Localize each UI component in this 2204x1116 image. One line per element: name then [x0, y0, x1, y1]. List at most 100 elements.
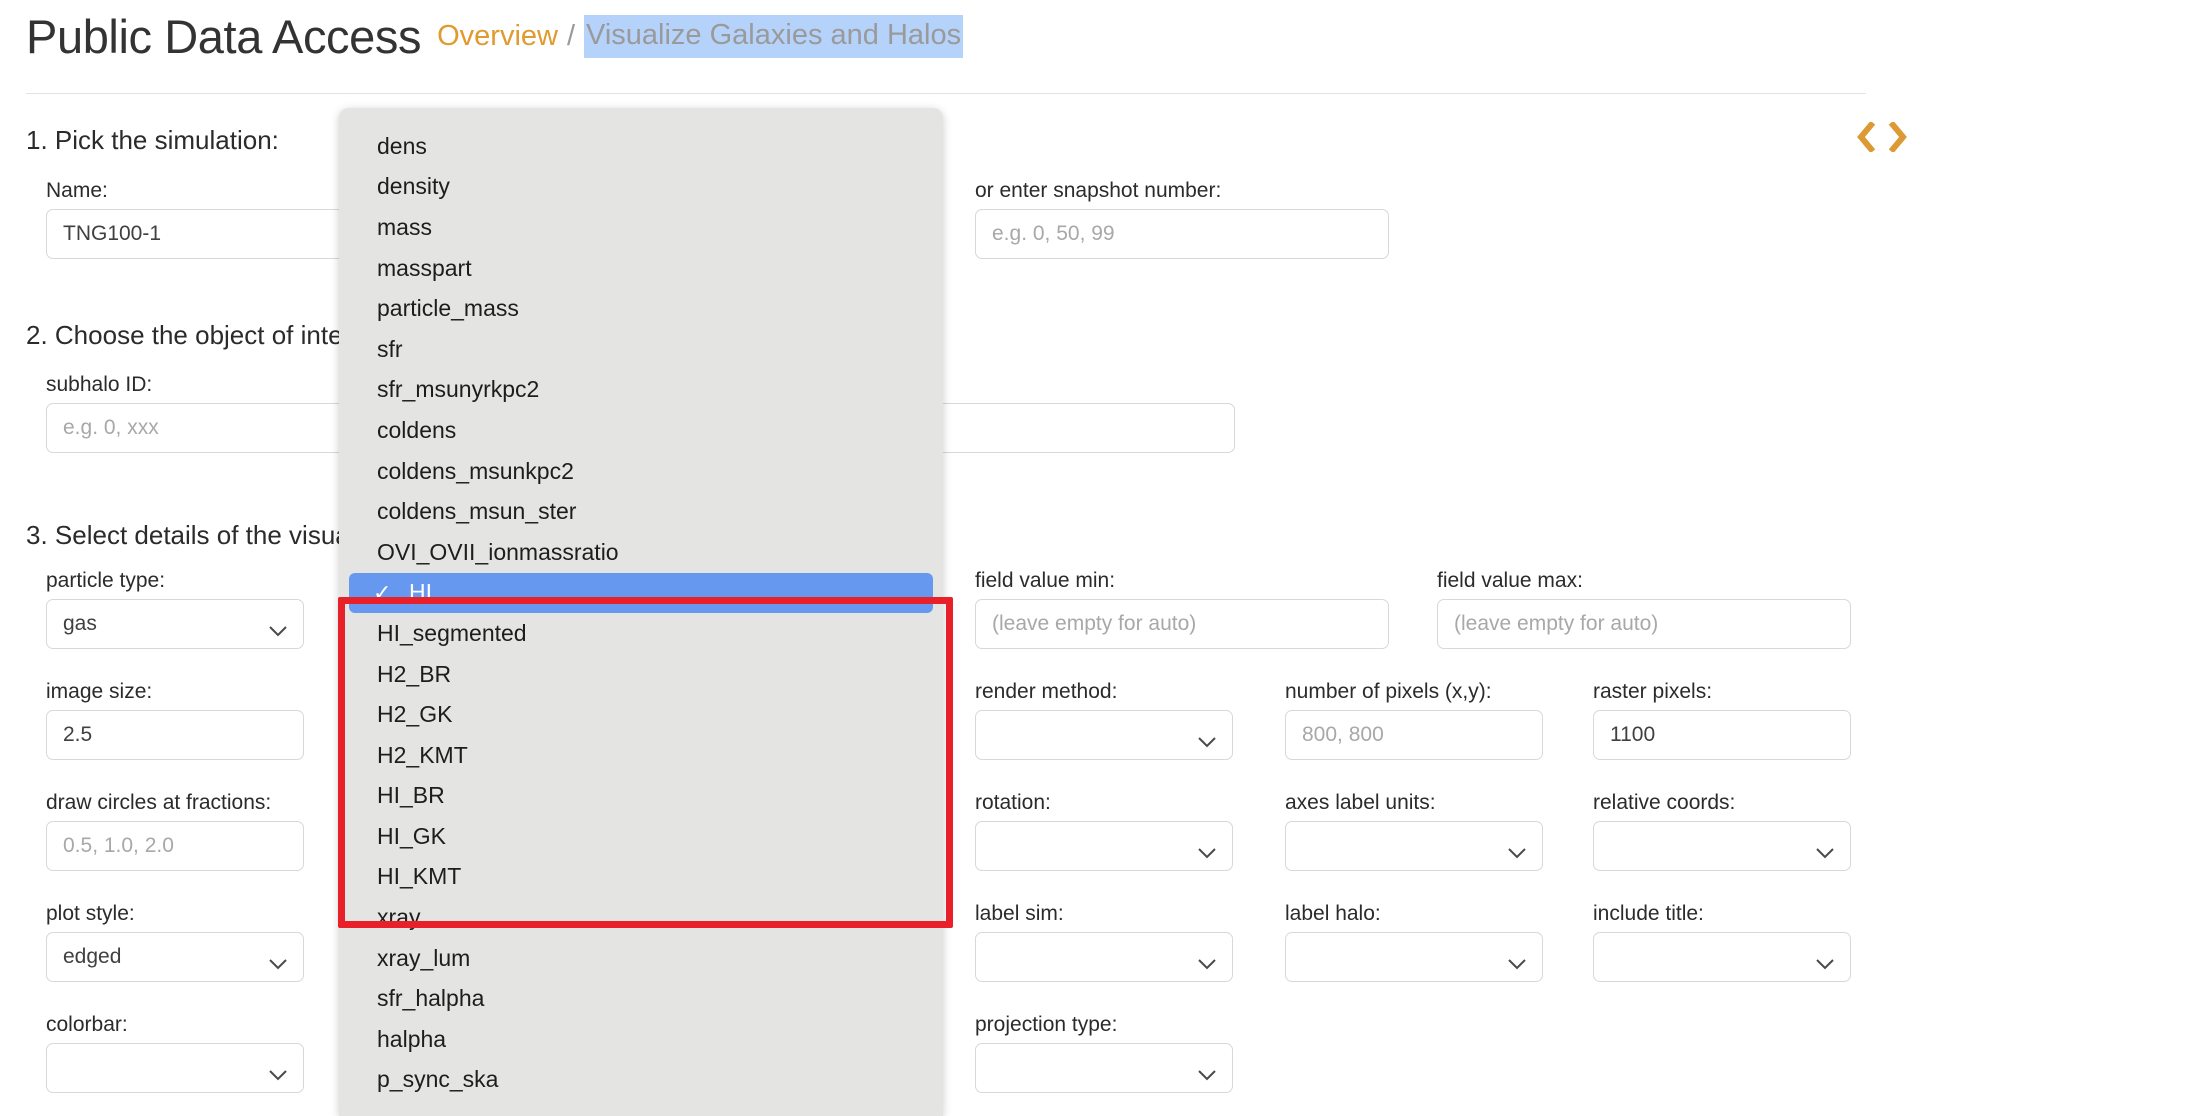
dropdown-option[interactable]: ✓xray — [339, 897, 943, 938]
dropdown-option[interactable]: ✓HI_KMT — [339, 857, 943, 898]
chevron-down-icon — [269, 1063, 287, 1080]
dropdown-option[interactable]: ✓H2_GK — [339, 694, 943, 735]
chevron-down-icon — [1198, 730, 1216, 747]
label-raster-pixels: raster pixels: — [1593, 680, 1713, 703]
label-rotation: rotation: — [975, 791, 1051, 814]
dropdown-option[interactable]: ✓coldens — [339, 410, 943, 451]
include-title-select[interactable] — [1593, 932, 1851, 982]
dropdown-option-label: halpha — [377, 1025, 447, 1052]
dropdown-option[interactable]: ✓HI_BR — [339, 776, 943, 817]
dropdown-option[interactable]: ✓mass — [339, 207, 943, 248]
label-field-value-min: field value min: — [975, 569, 1116, 592]
dropdown-option-label: particle_mass — [377, 295, 519, 322]
nav-arrows — [1855, 122, 1909, 152]
page-header: Public Data Access Overview / Visualize … — [0, 0, 1860, 72]
field-value-max-input[interactable] — [1437, 599, 1851, 649]
dropdown-option-label: coldens_msunkpc2 — [377, 457, 574, 484]
dropdown-option-label: HI_BR — [377, 782, 445, 809]
raster-pixels-input[interactable] — [1593, 710, 1851, 760]
number-of-pixels-input[interactable] — [1285, 710, 1543, 760]
dropdown-option[interactable]: ✓sfr — [339, 329, 943, 370]
label-particle-type: particle type: — [46, 569, 166, 592]
label-relative-coords: relative coords: — [1593, 791, 1736, 814]
chevron-left-icon[interactable] — [1855, 122, 1877, 152]
dropdown-option[interactable]: ✓coldens_msun_ster — [339, 491, 943, 532]
field-value-min-input[interactable] — [975, 599, 1389, 649]
dropdown-option-label: density — [377, 173, 450, 200]
label-sim-select[interactable] — [975, 932, 1233, 982]
dropdown-option-label: sfr — [377, 335, 403, 362]
dropdown-option[interactable]: ✓ HI — [349, 572, 933, 614]
label-label-halo: label halo: — [1285, 902, 1381, 925]
dropdown-option-label: coldens_msun_ster — [377, 498, 577, 525]
dropdown-option-label: HI — [409, 579, 432, 606]
dropdown-option[interactable]: ✓H2_BR — [339, 654, 943, 695]
dropdown-option[interactable]: ✓H2_KMT — [339, 735, 943, 776]
dropdown-option-label: HI_GK — [377, 822, 447, 849]
chevron-down-icon — [1198, 841, 1216, 858]
dropdown-option[interactable]: ✓HI_GK — [339, 816, 943, 857]
chevron-down-icon — [1198, 1063, 1216, 1080]
dropdown-option-label: HI_segmented — [377, 619, 527, 646]
dropdown-option-label: sfr_halpha — [377, 985, 485, 1012]
label-render-method: render method: — [975, 680, 1118, 703]
chevron-down-icon — [1816, 841, 1834, 858]
particle-type-select[interactable]: gas — [46, 599, 304, 649]
check-icon: ✓ — [373, 579, 392, 605]
header-divider — [26, 93, 1866, 94]
dropdown-option[interactable]: ✓xray_lum — [339, 938, 943, 979]
dropdown-option[interactable]: ✓sfr_msunyrkpc2 — [339, 370, 943, 411]
dropdown-option-label: H2_KMT — [377, 741, 468, 768]
chevron-down-icon — [1816, 952, 1834, 969]
breadcrumb-separator: / — [566, 19, 576, 52]
relative-coords-select[interactable] — [1593, 821, 1851, 871]
draw-circles-input[interactable] — [46, 821, 304, 871]
image-size-input[interactable] — [46, 710, 304, 760]
chevron-down-icon — [1508, 841, 1526, 858]
label-simulation-name: Name: — [46, 179, 108, 202]
dropdown-option[interactable]: ✓dens — [339, 126, 943, 167]
colorbar-select[interactable] — [46, 1043, 304, 1093]
label-halo-select[interactable] — [1285, 932, 1543, 982]
page-title: Public Data Access — [26, 9, 422, 63]
label-label-sim: label sim: — [975, 902, 1064, 925]
chevron-down-icon — [269, 619, 287, 636]
breadcrumb-current: Visualize Galaxies and Halos — [584, 14, 964, 58]
dropdown-option-label: mass — [377, 213, 432, 240]
label-field-value-max: field value max: — [1437, 569, 1583, 592]
dropdown-option-label: H2_BR — [377, 660, 452, 687]
page-root: Public Data Access Overview / Visualize … — [0, 0, 2204, 1116]
label-number-of-pixels: number of pixels (x,y): — [1285, 680, 1492, 703]
dropdown-option[interactable]: ✓p_sync_ska — [339, 1060, 943, 1101]
dropdown-option[interactable]: ✓HI_segmented — [339, 613, 943, 654]
label-draw-circles: draw circles at fractions: — [46, 791, 272, 814]
label-image-size: image size: — [46, 680, 153, 703]
partfield-dropdown-list[interactable]: ✓dens✓density✓mass✓masspart✓particle_mas… — [339, 108, 943, 1116]
chevron-down-icon — [269, 952, 287, 969]
render-method-select[interactable] — [975, 710, 1233, 760]
section-heading-step1: 1. Pick the simulation: — [26, 125, 279, 155]
chevron-down-icon — [1198, 952, 1216, 969]
dropdown-option[interactable]: ✓coldens_msunkpc2 — [339, 451, 943, 492]
dropdown-option-label: HI_KMT — [377, 863, 462, 890]
snapshot-number-input[interactable] — [975, 209, 1389, 259]
dropdown-option[interactable]: ✓density — [339, 167, 943, 208]
plot-style-value: edged — [63, 945, 122, 968]
dropdown-option-label: p_sync_ska — [377, 1066, 499, 1093]
breadcrumb-overview[interactable]: Overview — [437, 20, 558, 53]
chevron-right-icon[interactable] — [1887, 122, 1909, 152]
dropdown-option[interactable]: ✓sfr_halpha — [339, 978, 943, 1019]
dropdown-option-label: H2_GK — [377, 701, 453, 728]
axes-label-units-select[interactable] — [1285, 821, 1543, 871]
label-snapshot-number: or enter snapshot number: — [975, 179, 1222, 202]
dropdown-option-label: coldens — [377, 416, 457, 443]
label-plot-style: plot style: — [46, 902, 135, 925]
projection-type-select[interactable] — [975, 1043, 1233, 1093]
dropdown-option[interactable]: ✓halpha — [339, 1019, 943, 1060]
rotation-select[interactable] — [975, 821, 1233, 871]
dropdown-option-label: xray — [377, 904, 421, 931]
dropdown-option[interactable]: ✓OVI_OVII_ionmassratio — [339, 532, 943, 573]
plot-style-select[interactable]: edged — [46, 932, 304, 982]
dropdown-option[interactable]: ✓masspart — [339, 248, 943, 289]
dropdown-option[interactable]: ✓particle_mass — [339, 288, 943, 329]
